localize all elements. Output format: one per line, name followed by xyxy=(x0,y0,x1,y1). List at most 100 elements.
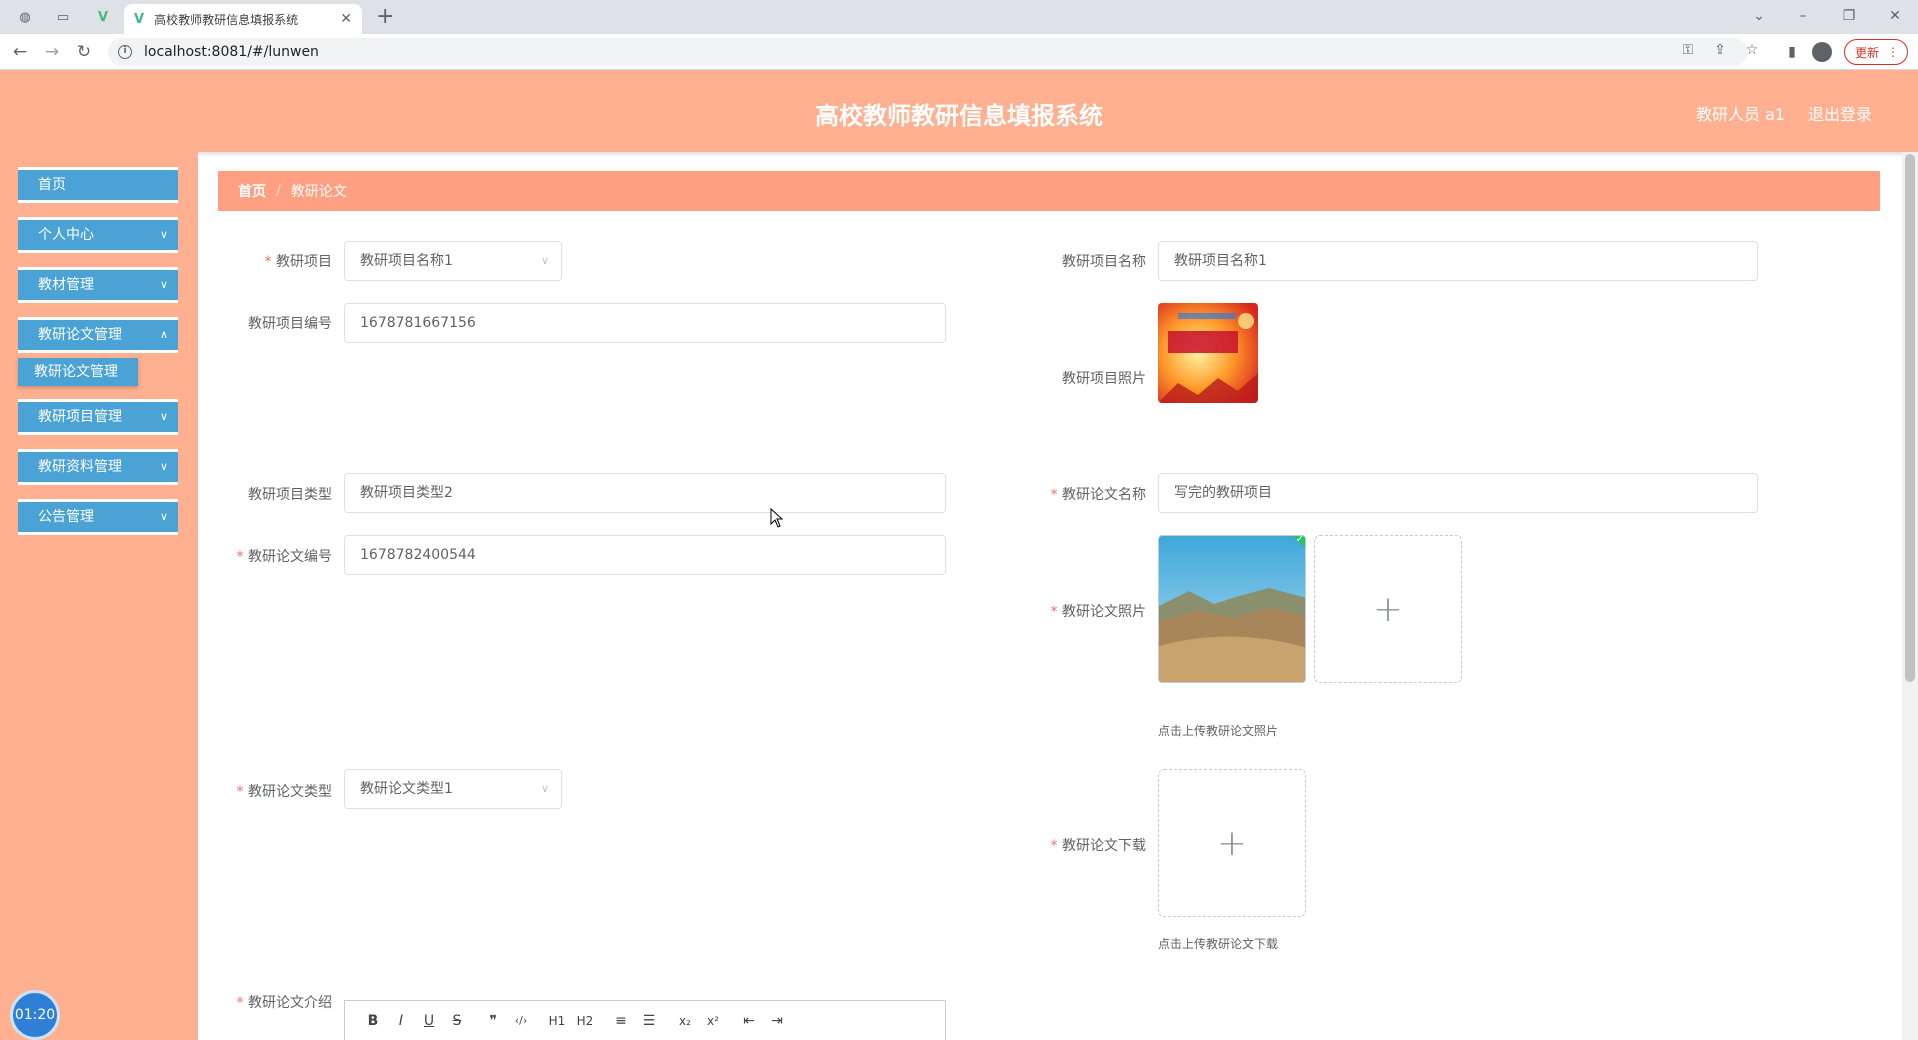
tab-title: 高校教师教研信息填报系统 xyxy=(154,12,299,27)
sidebar-item-notices[interactable]: 公告管理 ∨ xyxy=(18,499,178,535)
window-close-button[interactable]: ✕ xyxy=(1884,4,1906,28)
side-panel-icon[interactable]: ▮ xyxy=(1782,42,1802,62)
star-icon[interactable]: ☆ xyxy=(1742,42,1762,58)
breadcrumb-separator: / xyxy=(276,183,281,199)
sidebar-item-materials[interactable]: 教研资料管理 ∨ xyxy=(18,449,178,485)
sidebar-item-textbooks[interactable]: 教材管理 ∨ xyxy=(18,267,178,303)
scrollbar-thumb[interactable] xyxy=(1905,154,1915,682)
ordered-list-button[interactable]: ≡ xyxy=(607,1013,635,1029)
sidebar-item-home[interactable]: 首页 xyxy=(18,167,178,203)
timer-badge: 01:20 xyxy=(10,990,60,1040)
plus-icon: + xyxy=(1372,588,1404,630)
project-no-field[interactable]: 1678781667156 xyxy=(344,303,946,343)
user-name: 教研人员 a1 xyxy=(1696,105,1786,124)
chevron-up-icon: ∧ xyxy=(159,328,168,341)
h1-button[interactable]: H1 xyxy=(543,1014,571,1028)
chevron-down-icon: ∨ xyxy=(540,782,549,795)
project-select-value: 教研项目名称1 xyxy=(360,253,453,269)
italic-button[interactable]: I xyxy=(387,1013,415,1029)
breadcrumb-home[interactable]: 首页 xyxy=(238,181,266,201)
chevron-down-icon: ∨ xyxy=(159,460,168,473)
reload-button[interactable]: ↻ xyxy=(72,40,96,64)
landscape-image xyxy=(1159,536,1305,682)
share-icon[interactable]: ⇪ xyxy=(1710,42,1730,58)
plus-icon: + xyxy=(1216,822,1248,864)
restore-button[interactable]: ❐ xyxy=(1838,4,1860,28)
superscript-button[interactable]: x² xyxy=(699,1014,727,1028)
h2-button[interactable]: H2 xyxy=(571,1014,599,1028)
sidebar-item-label: 教研论文管理 xyxy=(38,327,122,343)
logout-link[interactable]: 退出登录 xyxy=(1808,101,1872,125)
strike-button[interactable]: S xyxy=(443,1013,471,1029)
paper-download-upload-button[interactable]: + xyxy=(1158,769,1306,917)
update-button[interactable]: 更新 ⋮ xyxy=(1844,39,1908,65)
chevron-down-icon: ∨ xyxy=(159,278,168,291)
code-button[interactable]: ‹/› xyxy=(507,1014,535,1027)
paper-photo-thumbnail[interactable]: ✓ xyxy=(1158,535,1306,683)
key-icon[interactable]: ⚿ xyxy=(1678,42,1698,58)
project-photo-label: 教研项目照片 xyxy=(1062,371,1146,387)
url-text: localhost:8081/#/lunwen xyxy=(144,44,319,60)
app-title: 高校教师教研信息填报系统 xyxy=(815,102,1103,130)
back-button[interactable]: ← xyxy=(8,40,32,64)
vue-logo-icon: V xyxy=(134,11,145,27)
paper-type-label: 教研论文类型 xyxy=(212,781,332,801)
outdent-button[interactable]: ⇤ xyxy=(735,1013,763,1029)
sidebar-item-personal[interactable]: 个人中心 ∨ xyxy=(18,217,178,253)
subscript-button[interactable]: x₂ xyxy=(671,1014,699,1028)
paper-name-field[interactable]: 写完的教研项目 xyxy=(1158,473,1758,513)
quote-button[interactable]: ❞ xyxy=(479,1013,507,1029)
new-tab-button[interactable]: + xyxy=(376,4,394,30)
paper-no-field[interactable]: 1678782400544 xyxy=(344,535,946,575)
chevron-down-icon: ∨ xyxy=(540,254,549,267)
url-field[interactable]: i localhost:8081/#/lunwen xyxy=(108,38,1748,66)
underline-button[interactable]: U xyxy=(415,1013,443,1029)
paper-type-select-value: 教研论文类型1 xyxy=(360,781,453,797)
indent-button[interactable]: ⇥ xyxy=(763,1013,791,1029)
sidebar-subitem-papers[interactable]: 教研论文管理 xyxy=(18,358,138,386)
address-bar: ← → ↻ i localhost:8081/#/lunwen ⚿ ⇪ ☆ ▮ … xyxy=(0,34,1918,70)
pinned-tab-icon[interactable]: ◍ xyxy=(14,6,36,28)
paper-photo-hint: 点击上传教研论文照片 xyxy=(1158,724,1279,738)
sidebar-item-papers[interactable]: 教研论文管理 ∧ xyxy=(18,317,178,353)
paper-no-label: 教研论文编号 xyxy=(212,546,332,566)
project-select[interactable]: 教研项目名称1 ∨ xyxy=(344,241,562,281)
forward-button[interactable]: → xyxy=(40,40,64,64)
chevron-down-icon[interactable]: ⌄ xyxy=(1748,4,1770,28)
profile-avatar[interactable] xyxy=(1812,42,1832,62)
info-icon[interactable]: i xyxy=(118,45,132,59)
project-poster-image xyxy=(1158,303,1258,403)
pinned-tab-icon[interactable]: ▭ xyxy=(52,6,74,28)
mouse-cursor-icon xyxy=(770,508,784,528)
vue-tab-icon[interactable]: V xyxy=(92,6,114,28)
page-scrollbar[interactable] xyxy=(1902,152,1918,1040)
breadcrumb-current: 教研论文 xyxy=(290,184,347,200)
bullet-list-button[interactable]: ☰ xyxy=(635,1013,663,1029)
paper-download-hint: 点击上传教研论文下载 xyxy=(1158,937,1279,951)
project-no-label: 教研项目编号 xyxy=(248,316,332,332)
more-icon: ⋮ xyxy=(1887,45,1899,59)
project-name-field[interactable]: 教研项目名称1 xyxy=(1158,241,1758,281)
sidebar-item-projects[interactable]: 教研项目管理 ∨ xyxy=(18,399,178,435)
paper-photo-label: 教研论文照片 xyxy=(1026,601,1146,621)
project-name-label: 教研项目名称 xyxy=(1062,254,1146,270)
sidebar-item-label: 教研论文管理 xyxy=(34,364,118,380)
active-tab[interactable]: V 高校教师教研信息填报系统 ✕ xyxy=(124,4,362,34)
sidebar-item-label: 首页 xyxy=(38,177,66,193)
update-label: 更新 xyxy=(1855,45,1880,60)
paper-download-label: 教研论文下载 xyxy=(1026,835,1146,855)
paper-photo-upload-button[interactable]: + xyxy=(1314,535,1462,683)
sidebar-item-label: 教研项目管理 xyxy=(38,409,122,425)
minimize-button[interactable]: – xyxy=(1792,4,1814,28)
paper-name-label: 教研论文名称 xyxy=(1026,484,1146,504)
sidebar: 首页 个人中心 ∨ 教材管理 ∨ 教研论文管理 ∧ 教研论文管理 教研项目管理 … xyxy=(0,152,198,1040)
browser-tab-bar: ◍ ▭ V V 高校教师教研信息填报系统 ✕ + ⌄ – ❐ ✕ xyxy=(0,0,1918,34)
bold-button[interactable]: B xyxy=(359,1013,387,1029)
rich-text-toolbar: B I U S ❞ ‹/› H1 H2 ≡ ☰ x₂ x² ⇤ ⇥ xyxy=(344,1000,946,1040)
paper-type-select[interactable]: 教研论文类型1 ∨ xyxy=(344,769,562,809)
project-photo-thumbnail[interactable] xyxy=(1158,303,1258,403)
close-icon[interactable]: ✕ xyxy=(340,11,352,27)
chevron-down-icon: ∨ xyxy=(159,510,168,523)
sidebar-item-label: 教研资料管理 xyxy=(38,459,122,475)
project-type-field[interactable]: 教研项目类型2 xyxy=(344,473,946,513)
